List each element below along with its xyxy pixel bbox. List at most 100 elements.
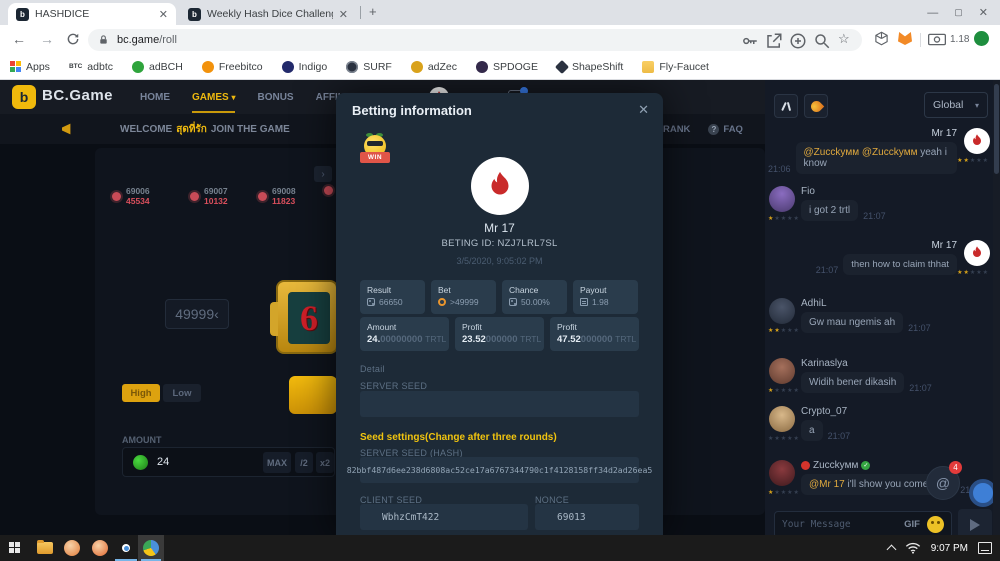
welcome-text: WELCOMEสุดที่รักJOIN THE GAME xyxy=(120,122,290,137)
new-tab-button[interactable]: + xyxy=(369,4,377,19)
nonce-field[interactable]: 69013 xyxy=(535,504,639,530)
bookmark-freebitco[interactable]: Freebitco xyxy=(202,61,263,73)
start-button[interactable] xyxy=(9,542,20,553)
chat-message-input[interactable] xyxy=(782,519,897,530)
roll-button[interactable] xyxy=(289,376,337,414)
taskbar-app-icon[interactable] xyxy=(143,540,159,556)
stat-bet: Bet >49999 xyxy=(431,280,496,314)
tray-expand-icon[interactable] xyxy=(886,545,896,555)
amount-input[interactable]: 24 MAX /2 x2 xyxy=(122,447,335,477)
tab-close-icon[interactable]: ✕ xyxy=(159,8,168,21)
mentions-count-badge: 4 xyxy=(949,461,962,474)
maximize-button[interactable]: ▢ xyxy=(954,7,963,18)
faq-link[interactable]: ?FAQ xyxy=(708,124,743,135)
high-button[interactable]: High xyxy=(122,384,160,402)
amount-value: 24 xyxy=(157,456,169,468)
emoji-button[interactable] xyxy=(927,516,944,533)
bookmark-shapeshift[interactable]: ShapeShift xyxy=(557,61,623,73)
bookmark-star-icon[interactable]: ☆ xyxy=(838,31,850,47)
close-window-button[interactable]: ✕ xyxy=(979,6,988,19)
history-item[interactable]: 6900811823 xyxy=(258,186,296,206)
taskbar-app-icon[interactable] xyxy=(92,540,108,556)
bookmark-adbtc[interactable]: BTCadbtc xyxy=(69,61,113,73)
add-circle-icon[interactable] xyxy=(789,32,807,50)
bookmark-spdoge[interactable]: SPDOGE xyxy=(476,61,538,73)
amount-box: Amount 24.00000000 TRTL xyxy=(360,317,449,351)
bcgame-logo-icon[interactable]: b xyxy=(12,85,36,109)
bookmark-flyfaucet[interactable]: Fly-Faucet xyxy=(642,61,709,73)
server-seed-hash-field[interactable]: 82bbf487d6ee238d6808ac52ce17a6767344790c… xyxy=(360,457,639,483)
nav-bonus[interactable]: BONUS xyxy=(257,92,293,103)
avatar[interactable] xyxy=(769,358,795,384)
zoom-icon[interactable] xyxy=(813,32,831,50)
bookmark-indigo[interactable]: Indigo xyxy=(282,61,328,73)
share-icon[interactable] xyxy=(765,32,783,50)
green-extension-icon[interactable] xyxy=(974,31,989,46)
client-seed-field[interactable]: WbhzCmT422 xyxy=(360,504,528,530)
server-seed-field[interactable] xyxy=(360,391,639,417)
wallet-extension-icon[interactable] xyxy=(928,33,946,46)
max-button[interactable]: MAX xyxy=(263,452,291,473)
chat-message: ★★★★★ Fio i got 2 trtl21:07 xyxy=(768,186,990,221)
clock[interactable]: 9:07 PM xyxy=(931,543,968,554)
tab-hashdice[interactable]: b HASHDICE ✕ xyxy=(8,3,176,25)
avatar[interactable] xyxy=(964,240,990,266)
gif-button[interactable]: GIF xyxy=(904,519,920,530)
bet-prediction-display[interactable]: 49999‹ xyxy=(165,299,229,329)
send-icon xyxy=(970,519,980,531)
action-center-icon[interactable] xyxy=(978,542,992,554)
avatar[interactable] xyxy=(769,298,795,324)
page-scrollbar[interactable] xyxy=(993,80,1000,535)
brand-title[interactable]: BC.Game xyxy=(42,87,113,104)
history-item[interactable] xyxy=(324,186,333,195)
surf-globe-icon xyxy=(346,61,358,73)
indigo-icon xyxy=(282,61,294,73)
chat-channel-select[interactable]: Global▾ xyxy=(924,92,988,118)
bookmark-surf[interactable]: SURF xyxy=(346,61,392,73)
rating-stars-icon: ★★★★★ xyxy=(768,435,800,442)
send-message-button[interactable] xyxy=(958,509,992,535)
history-item[interactable]: 6900645534 xyxy=(112,186,150,206)
modal-title: Betting information xyxy=(352,103,472,118)
url-host: bc.game xyxy=(117,34,159,46)
chat-message: ★★★★★ Mr 17 @Zucckyмм @Zucckyмм yeah i k… xyxy=(768,128,990,174)
tab-challenge[interactable]: b Weekly Hash Dice Challenge - Se ✕ xyxy=(180,3,356,25)
history-collapse-icon[interactable]: › xyxy=(314,166,332,182)
stat-payout: Payout 1.98 xyxy=(573,280,638,314)
tab-close-icon[interactable]: ✕ xyxy=(339,8,348,21)
message-bubble: i got 2 trtl xyxy=(801,200,858,221)
message-time: 21:07 xyxy=(816,265,839,275)
avatar[interactable] xyxy=(964,128,990,154)
half-button[interactable]: /2 xyxy=(295,452,313,473)
message-bubble: then how to claim thhat xyxy=(843,254,957,275)
minimize-button[interactable]: — xyxy=(927,7,938,19)
round-dot-icon xyxy=(324,186,333,195)
history-item[interactable]: 6900710132 xyxy=(190,186,228,206)
double-button[interactable]: x2 xyxy=(316,452,334,473)
file-explorer-icon[interactable] xyxy=(37,542,53,554)
back-icon[interactable]: ← xyxy=(12,31,26,47)
avatar[interactable] xyxy=(769,186,795,212)
shapeshift-extension-icon[interactable] xyxy=(874,31,889,46)
reload-icon[interactable] xyxy=(66,32,80,46)
bookmark-apps[interactable]: Apps xyxy=(10,61,50,73)
wifi-icon[interactable] xyxy=(905,542,921,554)
coin-icon xyxy=(438,298,446,306)
bookmark-adbch[interactable]: adBCH xyxy=(132,61,183,73)
avatar[interactable] xyxy=(769,460,795,486)
nav-home[interactable]: HOME xyxy=(140,92,170,103)
chat-fireball-icon[interactable] xyxy=(804,94,828,118)
low-button[interactable]: Low xyxy=(163,384,201,402)
avatar[interactable] xyxy=(769,406,795,432)
nav-games[interactable]: GAMES ▾ xyxy=(192,92,235,103)
profit-box: Profit 47.52000000 TRTL xyxy=(550,317,639,351)
chat-dice-icon[interactable] xyxy=(774,94,798,118)
bookmark-adzec[interactable]: adZec xyxy=(411,61,457,73)
win-badge-icon: WIN xyxy=(360,135,390,167)
taskbar-app-icon[interactable] xyxy=(64,540,80,556)
password-key-icon[interactable] xyxy=(741,32,759,50)
forward-icon[interactable]: → xyxy=(40,31,54,47)
modal-close-icon[interactable]: ✕ xyxy=(638,102,649,118)
betting-id: BETING ID: NZJ7LRL7SL xyxy=(336,238,663,249)
rating-stars-icon: ★★★★★ xyxy=(768,489,800,496)
